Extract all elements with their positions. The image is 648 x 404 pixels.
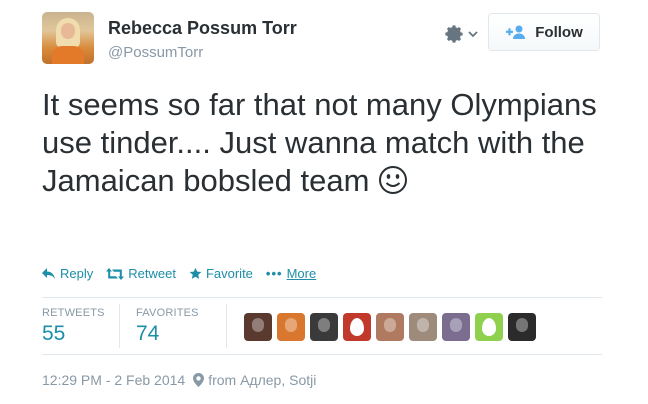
author-name[interactable]: Rebecca Possum Torr xyxy=(108,18,297,39)
star-icon xyxy=(189,267,202,279)
smiley-face-icon xyxy=(378,165,408,204)
avatar-photo xyxy=(417,318,429,332)
retweets-count[interactable]: 55 xyxy=(42,322,65,346)
stats-separator xyxy=(119,304,120,348)
avatar-photo xyxy=(516,318,528,332)
favoriter-avatar[interactable] xyxy=(277,313,305,341)
reply-icon xyxy=(42,267,55,279)
retweet-button[interactable]: Retweet xyxy=(106,266,176,281)
map-pin-icon xyxy=(193,373,205,387)
favoriter-avatar[interactable] xyxy=(442,313,470,341)
favorites-count[interactable]: 74 xyxy=(136,322,159,346)
favoriter-avatars xyxy=(244,313,536,341)
follow-button[interactable]: Follow xyxy=(488,13,600,51)
tweet-timestamp[interactable]: 12:29 PM - 2 Feb 2014 xyxy=(42,372,185,388)
favoriter-avatar[interactable] xyxy=(508,313,536,341)
favoriter-avatar[interactable] xyxy=(475,313,503,341)
gear-icon xyxy=(445,25,463,43)
avatar-photo xyxy=(450,318,462,332)
favoriter-avatar[interactable] xyxy=(409,313,437,341)
more-button[interactable]: ••• More xyxy=(266,266,316,281)
author-handle[interactable]: @PossumTorr xyxy=(108,44,203,61)
favorites-label: FAVORITES xyxy=(136,307,199,319)
tweet-meta: 12:29 PM - 2 Feb 2014 from Адлер, Sotji xyxy=(42,372,316,388)
stats-separator xyxy=(226,304,227,348)
favorite-label: Favorite xyxy=(205,266,253,281)
favoriter-avatar[interactable] xyxy=(244,313,272,341)
reply-button[interactable]: Reply xyxy=(42,266,93,281)
default-egg-icon xyxy=(350,318,364,336)
avatar-photo xyxy=(285,318,297,332)
more-label: More xyxy=(286,266,317,281)
avatar-photo xyxy=(252,318,264,332)
favoriter-avatar[interactable] xyxy=(343,313,371,341)
chevron-down-icon xyxy=(468,31,478,38)
retweet-label: Retweet xyxy=(128,266,176,281)
avatar-photo xyxy=(318,318,330,332)
divider-top xyxy=(42,297,602,298)
favorite-button[interactable]: Favorite xyxy=(189,266,253,281)
tweet-text: It seems so far that not many Olympians … xyxy=(42,86,602,203)
follow-label: Follow xyxy=(535,23,583,41)
author-avatar[interactable] xyxy=(42,12,94,64)
favoriter-avatar[interactable] xyxy=(376,313,404,341)
reply-label: Reply xyxy=(60,266,94,281)
tweet-body: It seems so far that not many Olympians … xyxy=(42,87,597,198)
user-actions-dropdown[interactable] xyxy=(443,23,478,45)
retweets-label: RETWEETS xyxy=(42,307,105,319)
avatar-photo xyxy=(384,318,396,332)
avatar-shirt xyxy=(52,46,84,64)
more-dots-icon: ••• xyxy=(265,266,283,281)
tweet-actions: Reply Retweet Favorite ••• More xyxy=(42,266,329,281)
default-egg-icon xyxy=(482,318,496,336)
divider-bottom xyxy=(42,354,602,355)
avatar-face xyxy=(61,23,75,39)
add-user-icon xyxy=(506,25,526,39)
tweet-location[interactable]: from Адлер, Sotji xyxy=(208,372,316,388)
retweet-icon xyxy=(106,267,125,280)
favoriter-avatar[interactable] xyxy=(310,313,338,341)
